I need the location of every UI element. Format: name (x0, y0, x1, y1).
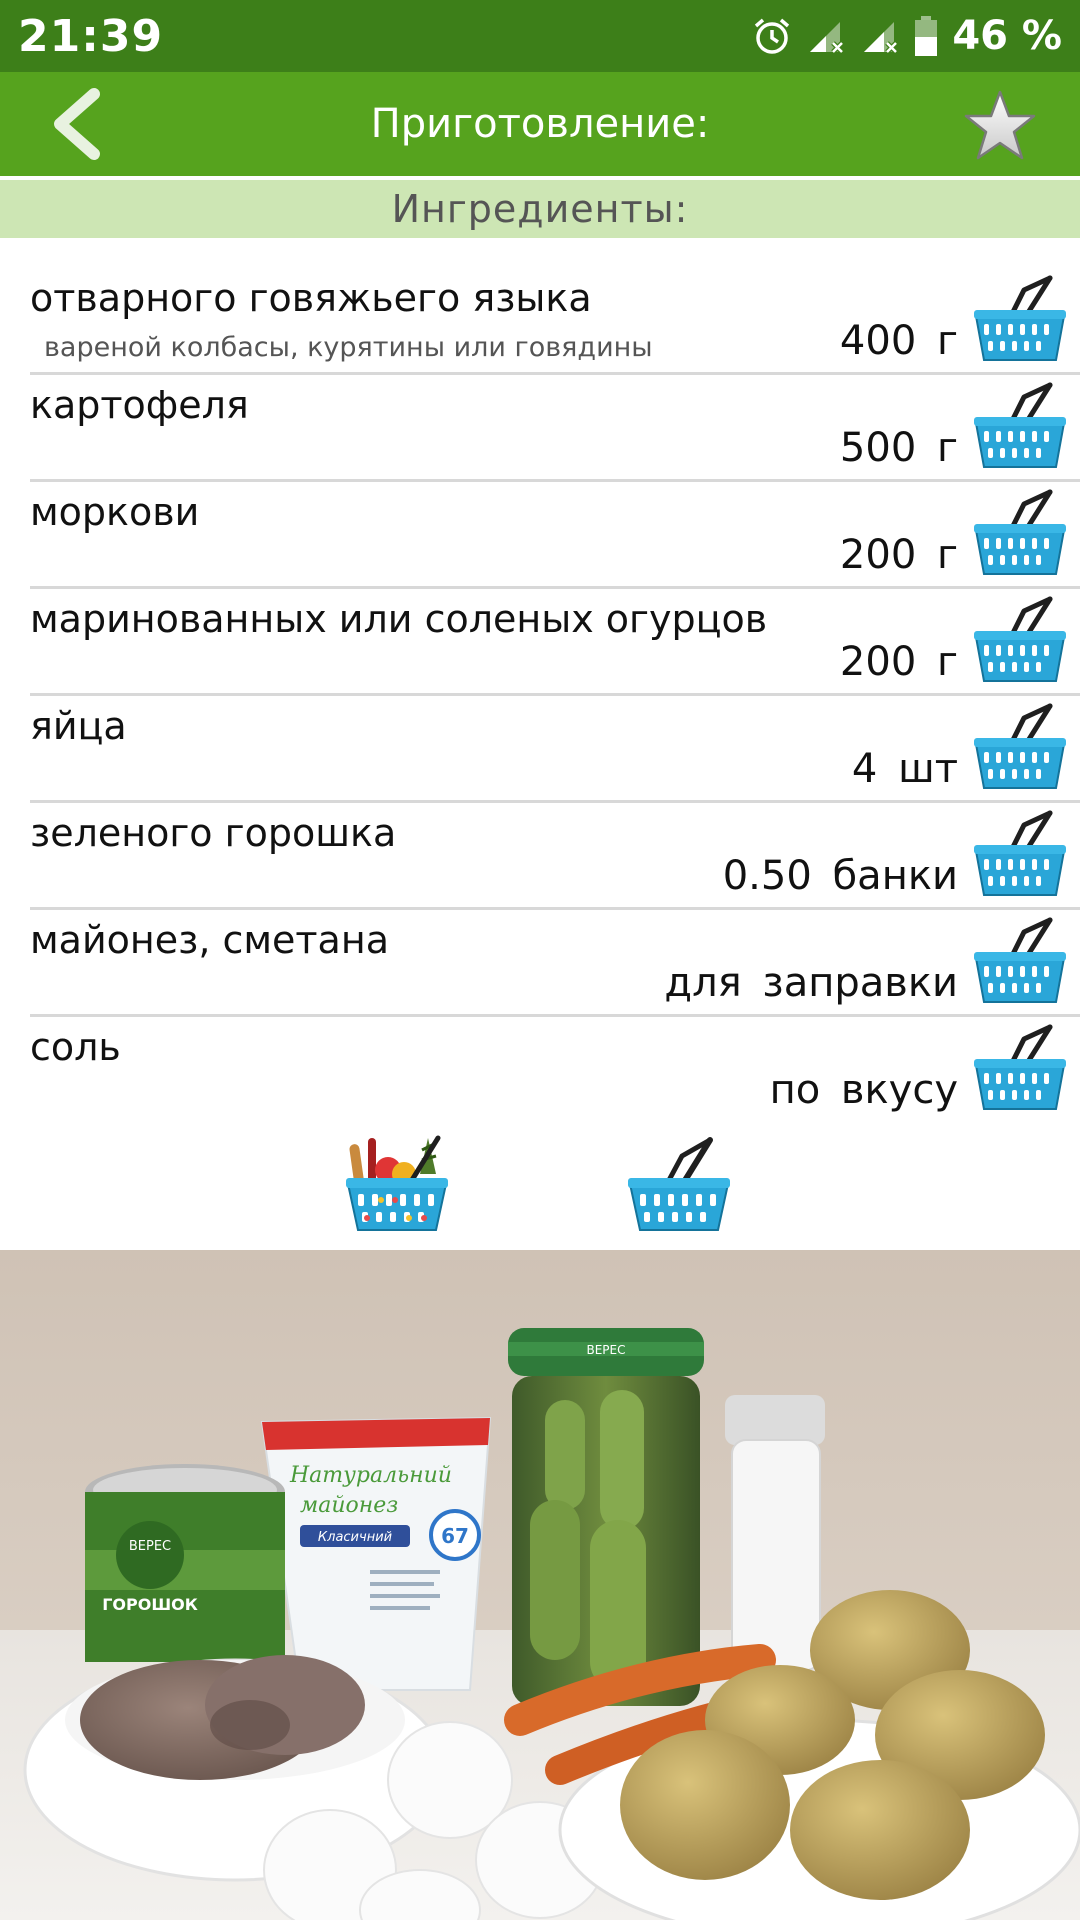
alarm-icon (755, 18, 790, 54)
ingredient-row: отварного говяжьего языка вареной колбас… (30, 268, 1080, 375)
ingredient-name: моркови (30, 490, 200, 534)
pickle-jar: ВЕРЕС (508, 1328, 704, 1706)
svg-text:ВЕРЕС: ВЕРЕС (586, 1343, 625, 1357)
battery-percent: 46 % (952, 13, 1062, 59)
ingredient-note: вареной колбасы, курятины или говядины (44, 332, 653, 363)
ingredients-heading: Ингредиенты: (0, 180, 1080, 238)
ingredient-amount: 500 г (839, 425, 958, 471)
green-peas-can: ВЕРЕС ГОРОШОК (85, 1464, 285, 1662)
ingredient-row: соль по вкусу (30, 1017, 1080, 1124)
salt-shaker (725, 1395, 825, 1671)
status-icons: 46 % (752, 13, 1062, 59)
svg-text:ВЕРЕС: ВЕРЕС (129, 1539, 171, 1554)
add-to-basket-icon[interactable] (972, 381, 1068, 471)
svg-text:Класичний: Класичний (318, 1530, 392, 1545)
add-to-basket-icon[interactable] (972, 702, 1068, 792)
add-to-basket-icon[interactable] (972, 809, 1068, 899)
add-to-basket-icon[interactable] (972, 274, 1068, 364)
ingredient-name: картофеля (30, 383, 249, 427)
empty-basket-icon[interactable] (624, 1130, 734, 1240)
status-bar: 21:39 46 % (0, 0, 1080, 72)
ingredient-amount: 4 шт (851, 746, 958, 792)
ingredient-name: зеленого горошка (30, 811, 397, 855)
ingredient-amount: 200 г (839, 532, 958, 578)
battery-icon (915, 16, 938, 56)
ingredient-name: маринованных или соленых огурцов (30, 597, 768, 641)
svg-text:ГОРОШОК: ГОРОШОК (102, 1595, 198, 1614)
ingredient-amount: 0.50 банки (722, 853, 958, 899)
ingredient-name: майонез, сметана (30, 918, 389, 962)
basket-actions (0, 1130, 1080, 1240)
ingredient-name: яйца (30, 704, 127, 748)
ingredient-row: зеленого горошка 0.50 банки (30, 803, 1080, 910)
app-bar: Приготовление: (0, 72, 1080, 176)
ingredient-amount: 200 г (839, 639, 958, 685)
ingredient-amount: 400 г (839, 318, 958, 364)
add-to-basket-icon[interactable] (972, 916, 1068, 1006)
favorite-star-icon[interactable] (962, 88, 1038, 164)
ingredient-amount: для заправки (664, 960, 958, 1006)
ingredient-list: отварного говяжьего языка вареной колбас… (0, 268, 1080, 1124)
status-time: 21:39 (18, 10, 164, 62)
ingredient-name: соль (30, 1025, 121, 1069)
ingredient-amount: по вкусу (769, 1067, 958, 1113)
svg-text:67: 67 (441, 1524, 469, 1548)
ingredient-row: картофеля 500 г (30, 375, 1080, 482)
ingredient-row: яйца 4 шт (30, 696, 1080, 803)
signal-2-icon (864, 22, 899, 54)
svg-text:майонез: майонез (300, 1493, 398, 1518)
svg-text:Натуральний: Натуральний (289, 1463, 452, 1488)
page-title: Приготовление: (370, 101, 710, 147)
recipe-photo: ВЕРЕС Натуральний майонез Класичний 67 В… (0, 1250, 1080, 1920)
add-to-basket-icon[interactable] (972, 1023, 1068, 1113)
ingredient-name: отварного говяжьего языка (30, 276, 592, 320)
add-to-basket-icon[interactable] (972, 488, 1068, 578)
ingredient-row: майонез, сметана для заправки (30, 910, 1080, 1017)
full-basket-icon[interactable] (342, 1130, 452, 1240)
signal-1-icon (810, 22, 845, 54)
mayonnaise-pack: Натуральний майонез Класичний 67 (260, 1416, 492, 1691)
ingredient-row: маринованных или соленых огурцов 200 г (30, 589, 1080, 696)
ingredient-row: моркови 200 г (30, 482, 1080, 589)
add-to-basket-icon[interactable] (972, 595, 1068, 685)
